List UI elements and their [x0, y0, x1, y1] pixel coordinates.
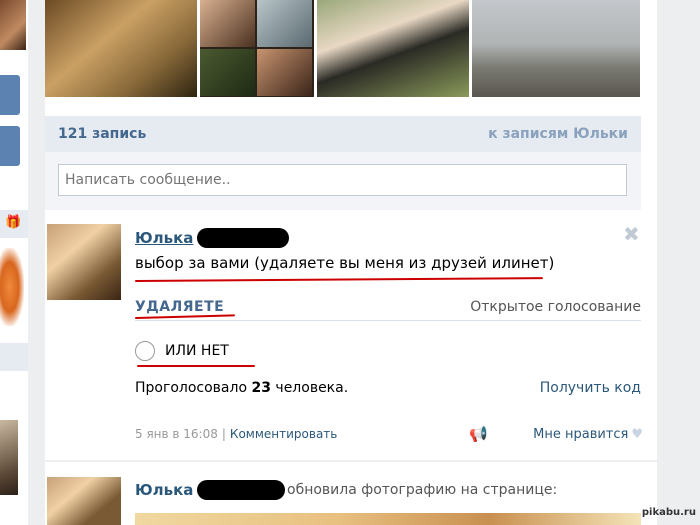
poll-option-title[interactable]: УДАЛЯЕТЕ — [135, 299, 224, 315]
redaction-mark — [197, 228, 289, 248]
heart-icon: ♥ — [631, 427, 643, 442]
close-icon[interactable]: ✖ — [623, 222, 640, 246]
sidebar-photo[interactable] — [0, 420, 18, 495]
to-posts-link[interactable]: к записям Юльки — [488, 126, 628, 142]
photo-strip — [45, 0, 657, 97]
post-date[interactable]: 5 янв в 16:08 — [135, 427, 218, 441]
photo-thumbnail[interactable] — [45, 0, 197, 97]
poll-option-label[interactable]: ИЛИ НЕТ — [165, 343, 229, 359]
avatar[interactable] — [47, 477, 121, 525]
wall-post: Юлька ✖ выбор за вами (удаляете вы меня … — [45, 222, 657, 462]
compose-input[interactable] — [58, 164, 627, 196]
page-background — [657, 0, 700, 525]
highlight-underline — [134, 277, 543, 282]
highlight-underline — [134, 314, 235, 319]
gift-image[interactable] — [0, 248, 24, 326]
wall-compose — [45, 152, 641, 210]
photo-thumbnail[interactable] — [317, 0, 469, 97]
gift-icon: 🎁 — [5, 215, 22, 230]
gifts-header[interactable]: 🎁 — [0, 210, 28, 238]
megaphone-icon[interactable]: 📢 — [469, 425, 488, 443]
wall-header: 121 запись к записям Юльки — [45, 116, 641, 152]
poll-type-label: Открытое голосование — [470, 299, 641, 315]
get-code-link[interactable]: Получить код — [540, 380, 641, 396]
photo-thumbnail[interactable] — [200, 0, 314, 97]
divider — [45, 460, 657, 462]
post-text: выбор за вами (удаляете вы меня из друзе… — [135, 254, 555, 272]
comment-link[interactable]: Комментировать — [230, 427, 337, 441]
poll-radio[interactable] — [135, 341, 155, 361]
avatar[interactable] — [47, 224, 121, 300]
like-button[interactable]: Мне нравится ♥ — [533, 427, 643, 442]
photo-thumbnail[interactable] — [472, 0, 640, 97]
wall-post-count[interactable]: 121 запись — [58, 126, 146, 142]
sidebar-button[interactable] — [0, 75, 20, 115]
post-photo[interactable] — [135, 513, 641, 525]
sidebar-button[interactable] — [0, 126, 20, 166]
redaction-mark — [197, 480, 285, 500]
highlight-underline — [137, 365, 255, 367]
sidebar-block — [0, 343, 28, 371]
poll-vote-count: Проголосовало 23 человека. — [135, 380, 349, 396]
main-column: 121 запись к записям Юльки Юлька ✖ выбор… — [45, 0, 657, 525]
post-author[interactable]: Юлька — [135, 481, 193, 499]
post-meta: 5 янв в 16:08 | Комментировать — [135, 427, 338, 441]
sidebar-photo[interactable] — [0, 0, 26, 50]
post-author[interactable]: Юлька — [135, 229, 193, 247]
wall-post: Юлька обновила фотографию на странице: — [45, 475, 657, 525]
left-sidebar: 🎁 — [0, 0, 28, 525]
post-action: обновила фотографию на странице: — [287, 482, 558, 498]
divider — [135, 320, 641, 321]
watermark: pikabu.ru — [641, 507, 696, 518]
